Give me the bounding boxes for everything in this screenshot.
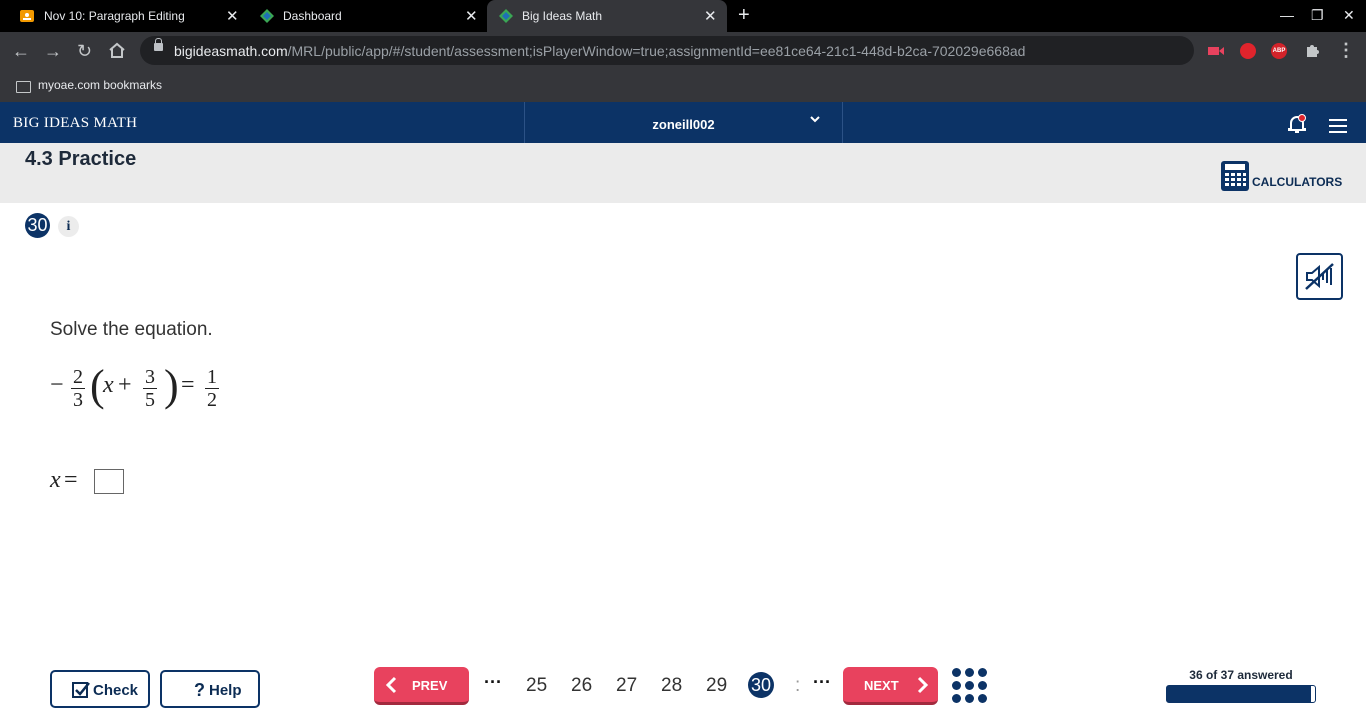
hamburger-menu-icon[interactable] xyxy=(1329,119,1347,137)
minimize-icon[interactable]: — xyxy=(1280,7,1294,23)
fraction-one-half: 1 2 xyxy=(205,366,219,411)
tab-title: Dashboard xyxy=(283,9,342,23)
info-icon[interactable]: i xyxy=(58,216,79,237)
bookmarks-bar: myoae.com bookmarks xyxy=(0,70,1366,102)
page-29[interactable]: 29 xyxy=(706,675,727,697)
close-tab-icon[interactable]: ✕ xyxy=(704,7,717,25)
next-button[interactable]: NEXT xyxy=(843,667,938,705)
address-bar[interactable]: bigideasmath.com/MRL/public/app/#/studen… xyxy=(140,36,1194,65)
question-number: 30 xyxy=(25,213,50,238)
page-26[interactable]: 26 xyxy=(571,675,592,697)
answer-equals: = xyxy=(64,467,78,493)
slides-icon xyxy=(20,10,34,22)
answer-input[interactable] xyxy=(94,469,124,494)
pages-ellipsis-right[interactable]: ··· xyxy=(813,672,831,693)
answered-count: 36 of 37 answered xyxy=(1189,668,1293,682)
new-tab-icon[interactable]: + xyxy=(738,4,750,27)
speaker-muted-icon xyxy=(1305,263,1334,290)
browser-toolbar: ← → ↻ bigideasmath.com/MRL/public/app/#/… xyxy=(0,32,1366,70)
close-tab-icon[interactable]: ✕ xyxy=(226,7,239,25)
browser-tab-strip: Nov 10: Paragraph Editing ✕ Dashboard ✕ … xyxy=(0,0,1366,32)
chevron-left-icon xyxy=(385,676,397,694)
page-clipped[interactable]: : xyxy=(795,675,800,697)
chevron-right-icon xyxy=(917,676,929,694)
fraction-three-fifths: 3 5 xyxy=(143,366,157,411)
chevron-down-icon xyxy=(809,112,821,126)
plus-sign: + xyxy=(118,372,132,398)
close-tab-icon[interactable]: ✕ xyxy=(465,7,478,25)
app-header: BIG IDEAS MATH zoneill002 xyxy=(0,102,1366,143)
adblock-plus-icon[interactable]: ABP xyxy=(1271,43,1287,59)
progress-fill xyxy=(1167,686,1311,702)
close-window-icon[interactable]: ✕ xyxy=(1343,7,1355,24)
browser-menu-icon[interactable]: ⋮ xyxy=(1337,40,1355,61)
check-button[interactable]: Check xyxy=(50,670,150,708)
tab-big-ideas-math[interactable]: Big Ideas Math ✕ xyxy=(487,0,727,32)
bim-logo-icon xyxy=(499,9,513,23)
tab-dashboard[interactable]: Dashboard ✕ xyxy=(250,0,486,32)
fraction-two-thirds: 2 3 xyxy=(71,366,85,411)
page-27[interactable]: 27 xyxy=(616,675,637,697)
practice-header: 4.3 Practice CALCULATORS xyxy=(0,143,1366,203)
answer-variable: x xyxy=(50,467,61,493)
audio-muted-button[interactable] xyxy=(1296,253,1343,300)
page-25[interactable]: 25 xyxy=(526,675,547,697)
tab-title: Big Ideas Math xyxy=(522,9,603,23)
checkbox-check-icon xyxy=(72,682,90,698)
equals-sign: = xyxy=(181,372,195,398)
notification-bell-icon[interactable] xyxy=(1288,114,1306,134)
prev-button[interactable]: PREV xyxy=(374,667,469,705)
stop-hand-icon[interactable] xyxy=(1240,43,1256,59)
back-icon[interactable]: ← xyxy=(12,41,30,62)
folder-icon xyxy=(16,81,31,93)
page-title: 4.3 Practice xyxy=(25,148,137,170)
calculator-icon[interactable] xyxy=(1221,161,1249,191)
page-30-current[interactable]: 30 xyxy=(748,672,774,698)
page-28[interactable]: 28 xyxy=(661,675,682,697)
forward-icon[interactable]: → xyxy=(44,41,62,62)
tab-title: Nov 10: Paragraph Editing xyxy=(44,9,185,23)
brand-logo[interactable]: BIG IDEAS MATH xyxy=(13,115,137,132)
right-paren: ) xyxy=(164,361,179,410)
bookmark-folder[interactable]: myoae.com bookmarks xyxy=(38,78,162,92)
question-prompt: Solve the equation. xyxy=(50,319,213,340)
variable-x: x xyxy=(103,372,114,398)
home-icon[interactable] xyxy=(108,42,126,59)
username: zoneill002 xyxy=(652,117,715,132)
video-ext-icon[interactable] xyxy=(1207,43,1224,59)
pages-ellipsis-left[interactable]: ··· xyxy=(484,672,502,693)
question-grid-icon[interactable] xyxy=(952,668,990,704)
lock-icon xyxy=(154,38,163,51)
puzzle-extensions-icon[interactable] xyxy=(1304,43,1320,59)
user-menu[interactable]: zoneill002 xyxy=(524,102,843,143)
progress-bar xyxy=(1166,685,1316,703)
help-button[interactable]: ? Help xyxy=(160,670,260,708)
url-text: bigideasmath.com/MRL/public/app/#/studen… xyxy=(174,43,1026,59)
tab-paragraph-editing[interactable]: Nov 10: Paragraph Editing ✕ xyxy=(8,0,248,32)
minus-sign: − xyxy=(50,372,64,398)
question-mark-icon: ? xyxy=(194,680,205,700)
bim-logo-icon xyxy=(260,9,274,23)
restore-icon[interactable]: ❐ xyxy=(1311,7,1324,24)
reload-icon[interactable]: ↻ xyxy=(77,41,92,62)
calculators-button[interactable]: CALCULATORS xyxy=(1252,175,1342,189)
